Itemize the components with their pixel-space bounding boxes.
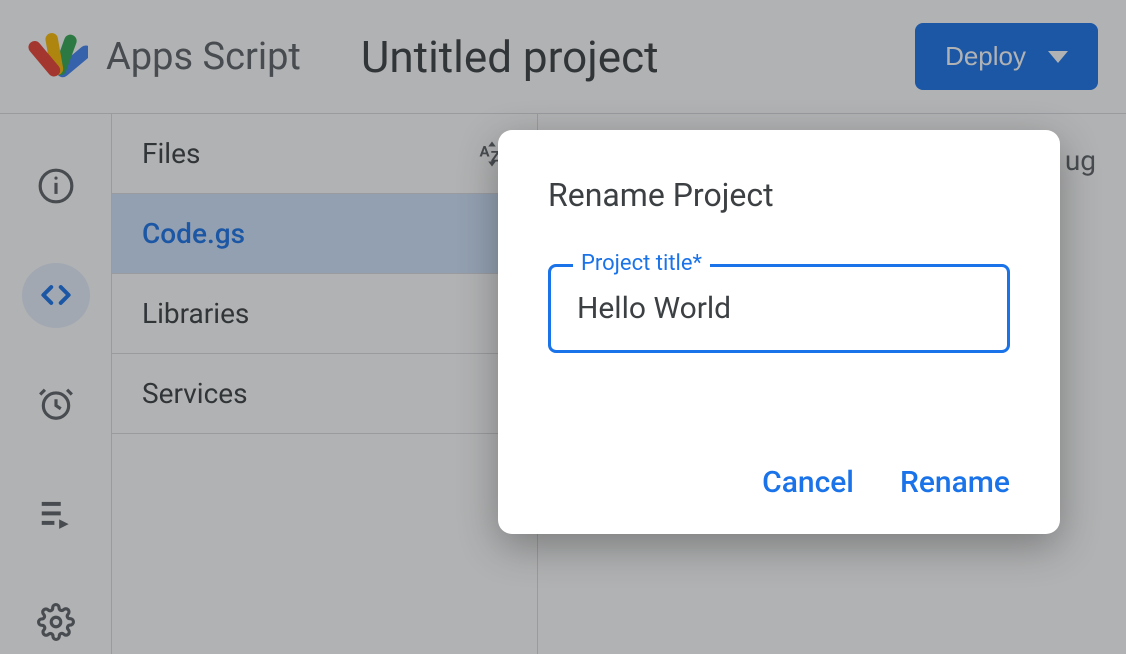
project-title-field[interactable]: Project title* bbox=[548, 264, 1010, 353]
rename-project-dialog: Rename Project Project title* Cancel Ren… bbox=[498, 130, 1060, 534]
project-title-input[interactable] bbox=[577, 291, 981, 326]
project-title-field-label: Project title* bbox=[573, 251, 710, 276]
rename-button[interactable]: Rename bbox=[900, 465, 1010, 500]
dialog-actions: Cancel Rename bbox=[548, 465, 1010, 500]
cancel-button[interactable]: Cancel bbox=[762, 465, 854, 500]
dialog-title: Rename Project bbox=[548, 176, 1010, 214]
